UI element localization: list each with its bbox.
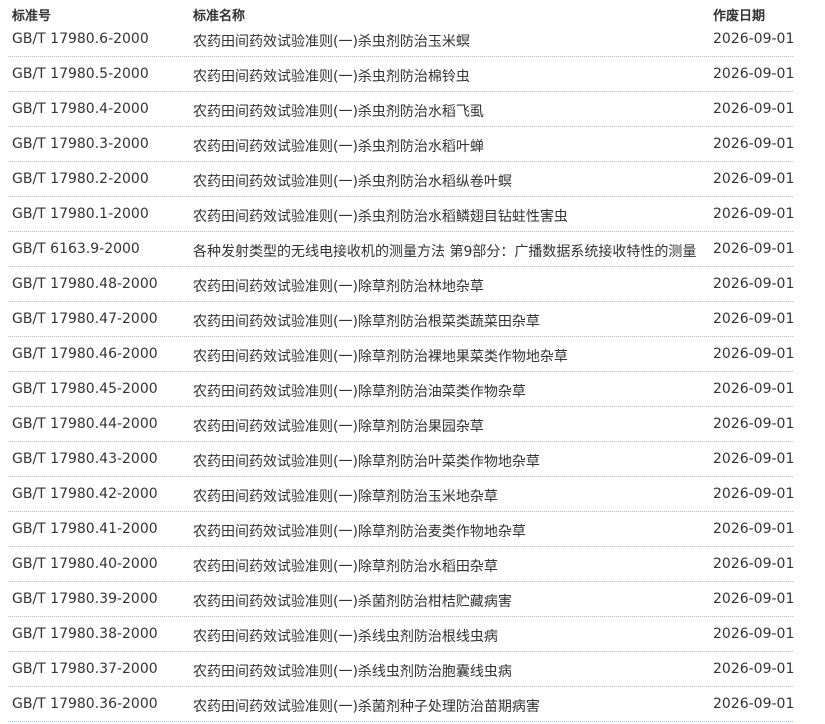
table-row[interactable]: GB/T 17980.41-2000 农药田间药效试验准则(一)除草剂防治麦类作物… [8, 512, 795, 547]
standard-code[interactable]: GB/T 17980.1-2000 [12, 206, 149, 222]
standard-code[interactable]: GB/T 17980.42-2000 [12, 486, 158, 502]
standard-code[interactable]: GB/T 17980.45-2000 [12, 381, 158, 397]
abolish-date: 2026-09-01 [713, 556, 795, 572]
standard-name[interactable]: 农药田间药效试验准则(一)杀虫剂防治水稻叶蝉 [193, 136, 484, 156]
table-row[interactable]: GB/T 17980.42-2000 农药田间药效试验准则(一)除草剂防治玉米地杂… [8, 477, 795, 512]
standard-name[interactable]: 农药田间药效试验准则(一)杀虫剂防治水稻飞虱 [193, 101, 484, 121]
standard-code[interactable]: GB/T 17980.6-2000 [12, 31, 149, 47]
abolish-date: 2026-09-01 [713, 486, 795, 502]
table-row[interactable]: GB/T 17980.39-2000 农药田间药效试验准则(一)杀菌剂防治柑桔贮藏… [8, 582, 795, 617]
standard-name[interactable]: 农药田间药效试验准则(一)除草剂防治果园杂草 [193, 416, 484, 436]
standard-code[interactable]: GB/T 17980.40-2000 [12, 556, 158, 572]
table-row[interactable]: GB/T 6163.9-2000 各种发射类型的无线电接收机的测量方法 第9部分：… [8, 232, 795, 267]
abolish-date: 2026-09-01 [713, 136, 795, 152]
table-row[interactable]: GB/T 17980.36-2000 农药田间药效试验准则(一)杀菌剂种子处理防治… [8, 687, 795, 722]
abolish-date: 2026-09-01 [713, 206, 795, 222]
table-row[interactable]: GB/T 17980.45-2000 农药田间药效试验准则(一)除草剂防治油菜类作… [8, 372, 795, 407]
abolish-date: 2026-09-01 [713, 451, 795, 467]
standard-name[interactable]: 农药田间药效试验准则(一)除草剂防治林地杂草 [193, 276, 484, 296]
standard-name[interactable]: 农药田间药效试验准则(一)杀线虫剂防治根线虫病 [193, 626, 498, 646]
table-row[interactable]: GB/T 17980.3-2000 农药田间药效试验准则(一)杀虫剂防治水稻叶蝉 2… [8, 127, 795, 162]
table-row[interactable]: GB/T 17980.40-2000 农药田间药效试验准则(一)除草剂防治水稻田杂… [8, 547, 795, 582]
abolish-date: 2026-09-01 [713, 276, 795, 292]
abolish-date: 2026-09-01 [713, 171, 795, 187]
standard-code[interactable]: GB/T 17980.46-2000 [12, 346, 158, 362]
standard-name[interactable]: 农药田间药效试验准则(一)除草剂防治油菜类作物杂草 [193, 381, 526, 401]
abolish-date: 2026-09-01 [713, 696, 795, 712]
standard-code[interactable]: GB/T 17980.3-2000 [12, 136, 149, 152]
table-row[interactable]: GB/T 17980.2-2000 农药田间药效试验准则(一)杀虫剂防治水稻纵卷叶… [8, 162, 795, 197]
abolish-date: 2026-09-01 [713, 311, 795, 327]
abolish-date: 2026-09-01 [713, 66, 795, 82]
standard-name[interactable]: 农药田间药效试验准则(一)杀虫剂防治棉铃虫 [193, 66, 470, 86]
abolish-date: 2026-09-01 [713, 416, 795, 432]
abolish-date: 2026-09-01 [713, 101, 795, 117]
standard-name[interactable]: 农药田间药效试验准则(一)除草剂防治麦类作物地杂草 [193, 521, 526, 541]
standard-name[interactable]: 农药田间药效试验准则(一)除草剂防治水稻田杂草 [193, 556, 498, 576]
standards-table: 标准号 标准名称 作废日期 GB/T 17980.6-2000 农药田间药效试验准… [0, 0, 825, 722]
abolish-date: 2026-09-01 [713, 591, 795, 607]
abolish-date: 2026-09-01 [713, 521, 795, 537]
standard-name[interactable]: 农药田间药效试验准则(一)杀虫剂防治水稻鳞翅目钻蛀性害虫 [193, 206, 568, 226]
standard-code[interactable]: GB/T 17980.2-2000 [12, 171, 149, 187]
abolish-date: 2026-09-01 [713, 661, 795, 677]
standard-code[interactable]: GB/T 17980.41-2000 [12, 521, 158, 537]
table-row[interactable]: GB/T 17980.46-2000 农药田间药效试验准则(一)除草剂防治裸地果菜… [8, 337, 795, 372]
table-row[interactable]: GB/T 17980.37-2000 农药田间药效试验准则(一)杀线虫剂防治胞囊线… [8, 652, 795, 687]
standard-name[interactable]: 农药田间药效试验准则(一)除草剂防治根菜类蔬菜田杂草 [193, 311, 540, 331]
standard-code[interactable]: GB/T 17980.44-2000 [12, 416, 158, 432]
abolish-date: 2026-09-01 [713, 241, 795, 257]
standard-code[interactable]: GB/T 17980.48-2000 [12, 276, 158, 292]
table-row[interactable]: GB/T 17980.6-2000 农药田间药效试验准则(一)杀虫剂防治玉米螟 20… [8, 22, 795, 57]
table-row[interactable]: GB/T 17980.48-2000 农药田间药效试验准则(一)除草剂防治林地杂草… [8, 267, 795, 302]
table-row[interactable]: GB/T 17980.47-2000 农药田间药效试验准则(一)除草剂防治根菜类蔬… [8, 302, 795, 337]
standard-name[interactable]: 农药田间药效试验准则(一)杀虫剂防治玉米螟 [193, 31, 470, 51]
standard-name[interactable]: 农药田间药效试验准则(一)除草剂防治叶菜类作物地杂草 [193, 451, 540, 471]
table-row[interactable]: GB/T 17980.43-2000 农药田间药效试验准则(一)除草剂防治叶菜类作… [8, 442, 795, 477]
table-row[interactable]: GB/T 17980.5-2000 农药田间药效试验准则(一)杀虫剂防治棉铃虫 20… [8, 57, 795, 92]
standard-code[interactable]: GB/T 17980.43-2000 [12, 451, 158, 467]
abolish-date: 2026-09-01 [713, 381, 795, 397]
standard-code[interactable]: GB/T 17980.4-2000 [12, 101, 149, 117]
table-row[interactable]: GB/T 17980.4-2000 农药田间药效试验准则(一)杀虫剂防治水稻飞虱 2… [8, 92, 795, 127]
standard-name[interactable]: 农药田间药效试验准则(一)杀菌剂种子处理防治苗期病害 [193, 696, 540, 716]
standard-name[interactable]: 农药田间药效试验准则(一)杀线虫剂防治胞囊线虫病 [193, 661, 512, 681]
standard-code[interactable]: GB/T 17980.38-2000 [12, 626, 158, 642]
table-body: GB/T 17980.6-2000 农药田间药效试验准则(一)杀虫剂防治玉米螟 20… [0, 22, 825, 722]
standard-code[interactable]: GB/T 17980.47-2000 [12, 311, 158, 327]
standard-name[interactable]: 农药田间药效试验准则(一)除草剂防治裸地果菜类作物地杂草 [193, 346, 568, 366]
standard-code[interactable]: GB/T 17980.37-2000 [12, 661, 158, 677]
standard-name[interactable]: 农药田间药效试验准则(一)杀菌剂防治柑桔贮藏病害 [193, 591, 512, 611]
abolish-date: 2026-09-01 [713, 626, 795, 642]
table-row[interactable]: GB/T 17980.38-2000 农药田间药效试验准则(一)杀线虫剂防治根线虫… [8, 617, 795, 652]
standard-code[interactable]: GB/T 17980.5-2000 [12, 66, 149, 82]
table-row[interactable]: GB/T 17980.44-2000 农药田间药效试验准则(一)除草剂防治果园杂草… [8, 407, 795, 442]
abolish-date: 2026-09-01 [713, 346, 795, 362]
abolish-date: 2026-09-01 [713, 31, 795, 47]
standard-name[interactable]: 农药田间药效试验准则(一)杀虫剂防治水稻纵卷叶螟 [193, 171, 512, 191]
standard-code[interactable]: GB/T 6163.9-2000 [12, 241, 140, 257]
standard-code[interactable]: GB/T 17980.39-2000 [12, 591, 158, 607]
table-row[interactable]: GB/T 17980.1-2000 农药田间药效试验准则(一)杀虫剂防治水稻鳞翅目… [8, 197, 795, 232]
standard-name[interactable]: 各种发射类型的无线电接收机的测量方法 第9部分：广播数据系统接收特性的测量 [193, 241, 696, 261]
standard-code[interactable]: GB/T 17980.36-2000 [12, 696, 158, 712]
standard-name[interactable]: 农药田间药效试验准则(一)除草剂防治玉米地杂草 [193, 486, 498, 506]
